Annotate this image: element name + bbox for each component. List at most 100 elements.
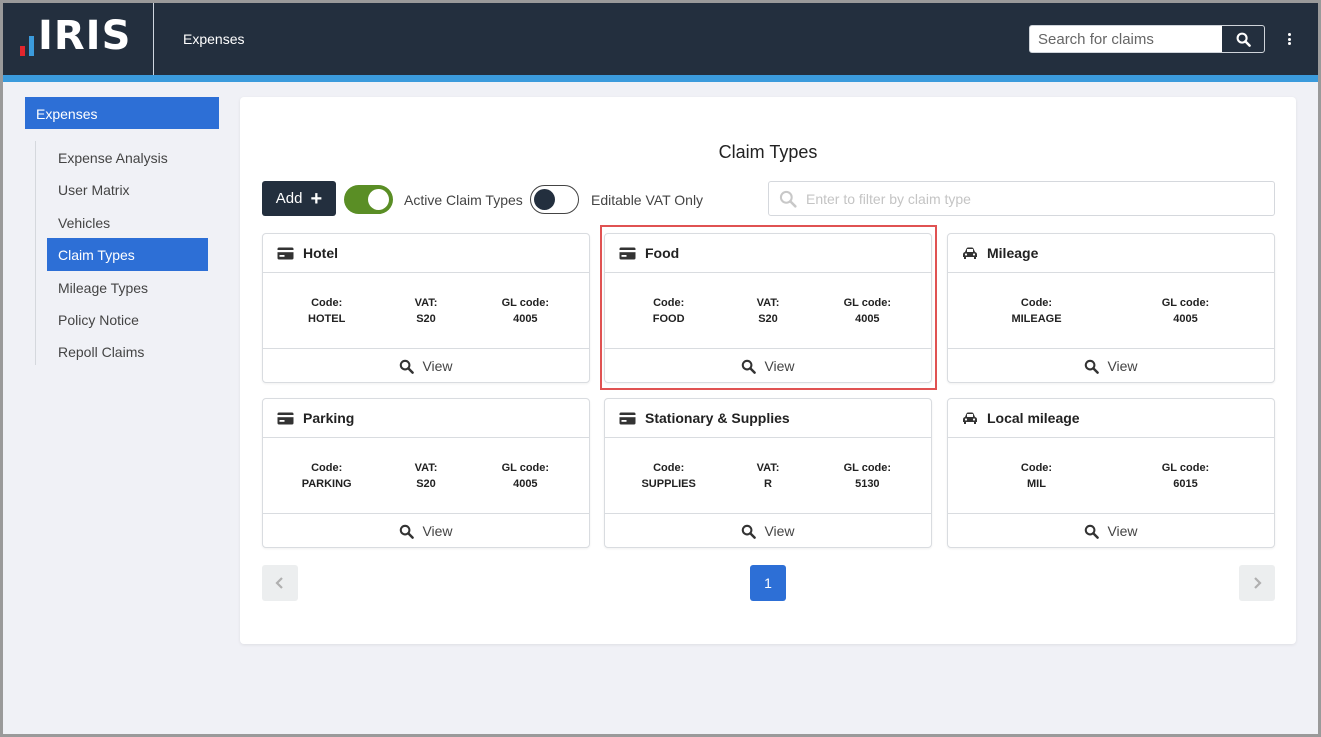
- credit-card-icon: [277, 247, 294, 260]
- sidebar-item-claim-types[interactable]: Claim Types: [47, 238, 208, 271]
- card-header: Parking: [263, 399, 589, 438]
- card-field-label: GL code:: [843, 296, 892, 309]
- card-field: GL code: 4005: [1111, 295, 1260, 327]
- card-field-label: Code:: [653, 296, 685, 309]
- search-icon: [741, 524, 757, 539]
- view-button[interactable]: View: [263, 349, 589, 383]
- previous-page-button[interactable]: [262, 565, 298, 601]
- search-icon: [1236, 32, 1251, 47]
- plus-icon: +: [310, 187, 323, 210]
- card-field: Code: FOOD: [619, 295, 718, 327]
- card-details: Code: MIL GL code: 6015: [948, 438, 1274, 514]
- search-icon: [1084, 359, 1100, 374]
- header-accent-stripe: [0, 75, 1321, 82]
- sidebar-item-user-matrix[interactable]: User Matrix: [47, 173, 208, 205]
- card-field-value: S20: [758, 312, 778, 325]
- view-button[interactable]: View: [263, 514, 589, 548]
- chevron-left-icon: [275, 577, 283, 589]
- sidebar-section-expenses[interactable]: Expenses: [25, 97, 219, 129]
- view-button[interactable]: View: [948, 514, 1274, 548]
- card-field-value: PARKING: [301, 477, 352, 490]
- card-field-value: 4005: [513, 312, 538, 325]
- card-field: GL code: 5130: [818, 460, 917, 492]
- card-field-label: GL code:: [1161, 461, 1210, 474]
- card-field-value: S20: [416, 477, 436, 490]
- sidebar-item-vehicles[interactable]: Vehicles: [47, 206, 208, 238]
- card-field: Code: PARKING: [277, 460, 376, 492]
- active-claim-types-toggle[interactable]: [344, 185, 393, 214]
- claim-type-filter-input[interactable]: [806, 190, 1246, 207]
- card-header: Local mileage: [948, 399, 1274, 438]
- toggle-knob: [368, 189, 389, 210]
- claim-card-stationary-supplies: Stationary & Supplies Code: SUPPLIES VAT: R G…: [604, 398, 932, 548]
- next-page-button[interactable]: [1239, 565, 1275, 601]
- card-header: Mileage: [948, 234, 1274, 273]
- sidebar-item-expense-analysis[interactable]: Expense Analysis: [47, 141, 208, 173]
- card-field-value: 4005: [1173, 312, 1198, 325]
- credit-card-icon: [277, 412, 294, 425]
- card-field-label: VAT:: [756, 296, 780, 309]
- card-field: Code: SUPPLIES: [619, 460, 718, 492]
- credit-card-icon: [619, 247, 636, 260]
- more-menu-icon[interactable]: [1283, 30, 1295, 48]
- toggle-knob: [534, 189, 555, 210]
- search-icon: [779, 190, 797, 208]
- view-button[interactable]: View: [948, 349, 1274, 383]
- card-field-value: MIL: [1027, 477, 1046, 490]
- card-field: VAT: R: [718, 460, 817, 492]
- card-header: Food: [605, 234, 931, 273]
- editable-vat-only-label: Editable VAT Only: [591, 192, 704, 208]
- card-field-label: Code:: [1020, 461, 1053, 474]
- card-field-label: GL code:: [1161, 296, 1210, 309]
- card-field-label: Code:: [311, 296, 343, 309]
- card-title: Parking: [303, 410, 355, 426]
- page-1-button[interactable]: 1: [750, 565, 786, 601]
- card-field-label: VAT:: [414, 296, 438, 309]
- claims-search-input[interactable]: [1030, 26, 1222, 52]
- claim-card-hotel: Hotel Code: HOTEL VAT: S20 GL code: 4005 View: [262, 233, 590, 383]
- card-field-value: MILEAGE: [1011, 312, 1062, 325]
- card-title: Hotel: [303, 245, 338, 261]
- sidebar-item-policy-notice[interactable]: Policy Notice: [47, 303, 208, 335]
- claims-search: [1029, 25, 1265, 53]
- card-field-value: 5130: [855, 477, 880, 490]
- active-claim-types-label: Active Claim Types: [404, 192, 523, 208]
- sidebar-item-mileage-types[interactable]: Mileage Types: [47, 271, 208, 303]
- search-button[interactable]: [1222, 26, 1264, 52]
- editable-vat-only-toggle[interactable]: [530, 185, 579, 214]
- card-field: Code: MILEAGE: [962, 295, 1111, 327]
- iris-logo[interactable]: IRIS: [20, 13, 140, 59]
- sidebar-nav: Expense Analysis User Matrix Vehicles Cl…: [47, 141, 208, 368]
- add-claim-type-button[interactable]: Add +: [262, 181, 336, 216]
- logo-text: IRIS: [38, 13, 132, 59]
- card-field-value: S20: [416, 312, 436, 325]
- view-button[interactable]: View: [605, 349, 931, 383]
- logo-bar-red: [20, 46, 25, 56]
- search-icon: [1084, 524, 1100, 539]
- app-title[interactable]: Expenses: [183, 31, 244, 47]
- card-field-value: FOOD: [652, 312, 685, 325]
- card-field-label: VAT:: [756, 461, 780, 474]
- card-field-label: GL code:: [501, 461, 550, 474]
- card-field: GL code: 6015: [1111, 460, 1260, 492]
- card-field-value: SUPPLIES: [641, 477, 696, 490]
- view-label: View: [764, 523, 795, 539]
- card-header: Hotel: [263, 234, 589, 273]
- claim-type-filter: [768, 181, 1275, 216]
- view-button[interactable]: View: [605, 514, 931, 548]
- card-field: GL code: 4005: [818, 295, 917, 327]
- claim-card-parking: Parking Code: PARKING VAT: S20 GL code: 4005 Vi…: [262, 398, 590, 548]
- card-details: Code: HOTEL VAT: S20 GL code: 4005: [263, 273, 589, 349]
- sidebar-item-repoll-claims[interactable]: Repoll Claims: [47, 335, 208, 367]
- card-title: Local mileage: [987, 410, 1080, 426]
- claim-card-mileage: Mileage Code: MILEAGE GL code: 4005 View: [947, 233, 1275, 383]
- car-icon: [962, 247, 978, 260]
- add-button-label: Add: [275, 190, 303, 207]
- card-details: Code: MILEAGE GL code: 4005: [948, 273, 1274, 349]
- card-field-label: Code:: [653, 461, 685, 474]
- app-header: IRIS Expenses: [0, 0, 1321, 75]
- card-field: Code: HOTEL: [277, 295, 376, 327]
- logo-bar-blue: [29, 36, 34, 56]
- card-field: VAT: S20: [376, 460, 475, 492]
- card-title: Mileage: [987, 245, 1039, 261]
